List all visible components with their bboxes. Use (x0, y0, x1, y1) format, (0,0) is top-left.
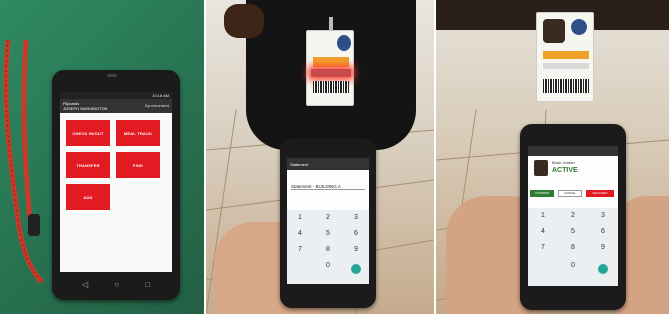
key-9[interactable]: 9 (349, 246, 363, 253)
key-6[interactable]: 6 (596, 228, 610, 235)
key-8[interactable]: 8 (566, 244, 580, 251)
panel-phone-menu: 10:16 AM Flipcards JOSEPH WASHINGTON Syn… (0, 0, 204, 314)
panel-badge-scan: Statement Statement - BUILDING A 1 2 3 4… (206, 0, 434, 314)
photo-collage: 10:16 AM Flipcards JOSEPH WASHINGTON Syn… (0, 0, 669, 314)
key-1[interactable]: 1 (536, 212, 550, 219)
statement-field[interactable]: Statement - BUILDING A (291, 184, 365, 190)
phone-screen: 10:16 AM Flipcards JOSEPH WASHINGTON Syn… (60, 92, 172, 272)
screen-header: Statement (287, 158, 369, 170)
add-button[interactable]: ADD (66, 184, 110, 210)
key-5[interactable]: 5 (566, 228, 580, 235)
key-2[interactable]: 2 (321, 214, 335, 221)
id-badge (306, 17, 354, 106)
phone-device: 10:16 AM Flipcards JOSEPH WASHINGTON Syn… (52, 70, 180, 300)
key-0[interactable]: 0 (321, 262, 335, 269)
meal-track-button[interactable]: MEAL TRACK (116, 120, 160, 146)
cancel-button[interactable]: CANCEL (558, 190, 582, 197)
status-label: ACTIVE (552, 167, 578, 174)
lanyard-strap (3, 39, 44, 284)
key-6[interactable]: 6 (349, 230, 363, 237)
id-badge (536, 12, 594, 102)
phone-screen: Brian Jordan ACTIVE CONFIRM CANCEL DECLI… (528, 146, 618, 286)
keypad: 1 2 3 4 5 6 7 8 9 0 (528, 208, 618, 286)
person-photo (534, 160, 548, 176)
phone-device: Brian Jordan ACTIVE CONFIRM CANCEL DECLI… (520, 124, 626, 310)
key-8[interactable]: 8 (321, 246, 335, 253)
confirm-button[interactable]: CONFIRM (530, 190, 554, 197)
check-in-out-button[interactable]: CHECK IN/OUT (66, 120, 110, 146)
key-5[interactable]: 5 (321, 230, 335, 237)
enter-key[interactable] (598, 264, 608, 274)
hand-holding-badge (224, 4, 264, 38)
transfer-button[interactable]: TRANSFER (66, 152, 110, 178)
enter-key[interactable] (351, 264, 361, 274)
key-3[interactable]: 3 (349, 214, 363, 221)
sync-status: Synchronized (144, 103, 169, 108)
person-name: Brian Jordan (552, 160, 575, 165)
find-button[interactable]: FIND (116, 152, 160, 178)
key-2[interactable]: 2 (566, 212, 580, 219)
key-4[interactable]: 4 (536, 228, 550, 235)
keypad: 1 2 3 4 5 6 7 8 9 0 (287, 210, 369, 284)
key-9[interactable]: 9 (596, 244, 610, 251)
key-3[interactable]: 3 (596, 212, 610, 219)
key-4[interactable]: 4 (293, 230, 307, 237)
status-bar: 10:16 AM (60, 92, 172, 99)
phone-screen: Statement Statement - BUILDING A 1 2 3 4… (287, 158, 369, 284)
key-7[interactable]: 7 (293, 246, 307, 253)
panel-confirmation: Brian Jordan ACTIVE CONFIRM CANCEL DECLI… (436, 0, 669, 314)
key-7[interactable]: 7 (536, 244, 550, 251)
key-0[interactable]: 0 (566, 262, 580, 269)
key-1[interactable]: 1 (293, 214, 307, 221)
declined-button[interactable]: DECLINED (586, 190, 614, 197)
nav-buttons: ◁ ○ □ (82, 280, 150, 289)
phone-device: Statement Statement - BUILDING A 1 2 3 4… (280, 138, 376, 308)
